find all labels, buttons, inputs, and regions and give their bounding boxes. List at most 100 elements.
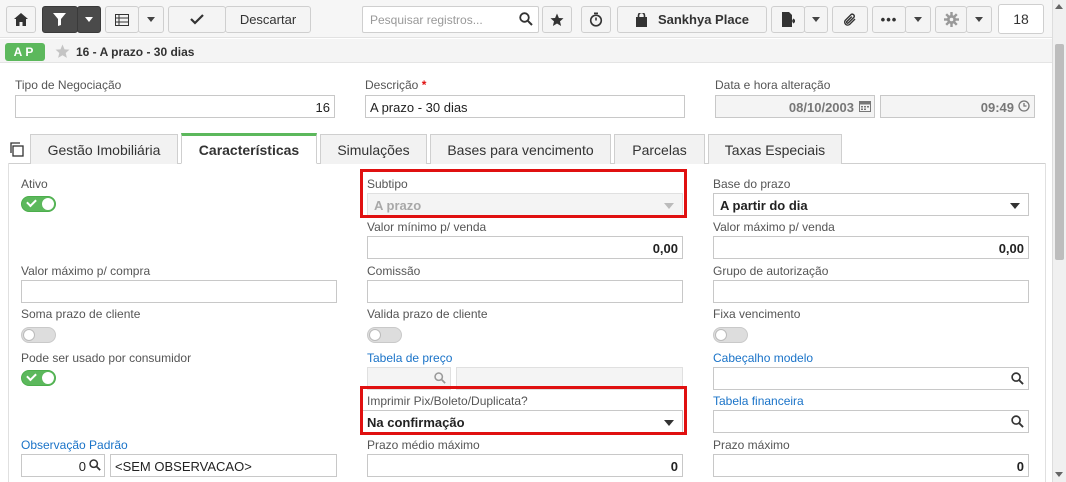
search-icon — [434, 372, 446, 384]
cabecalho-modelo-input[interactable] — [713, 367, 1029, 390]
ellipsis-icon: ••• — [880, 12, 898, 27]
grupo-autorizacao-input[interactable] — [713, 280, 1029, 303]
record-count: 18 — [998, 4, 1044, 34]
valida-prazo-label: Valida prazo de cliente — [367, 307, 488, 321]
export-dropdown-button[interactable] — [804, 6, 828, 33]
clock-icon[interactable] — [1018, 100, 1030, 112]
prazo-medio-label: Prazo médio máximo — [367, 438, 480, 452]
ativo-label: Ativo — [21, 177, 48, 191]
fixa-vencimento-toggle[interactable] — [713, 327, 748, 343]
grid-view-button[interactable] — [105, 6, 139, 33]
check-icon — [190, 14, 204, 25]
tabela-financeira-input[interactable] — [713, 410, 1029, 433]
settings-dropdown-button[interactable] — [966, 6, 992, 33]
record-badge: AP — [5, 43, 45, 61]
search-icon[interactable] — [89, 459, 101, 471]
table-icon — [115, 13, 129, 26]
cabecalho-modelo-link[interactable]: Cabeçalho modelo — [713, 351, 813, 365]
check-icon — [26, 196, 37, 208]
prazo-maximo-label: Prazo máximo — [713, 438, 790, 452]
discard-button[interactable]: Descartar — [225, 6, 311, 33]
chevron-down-icon — [975, 17, 983, 22]
descricao-input[interactable]: A prazo - 30 dias — [365, 95, 685, 118]
search-icon[interactable] — [519, 12, 533, 26]
base-prazo-label: Base do prazo — [713, 177, 791, 191]
home-button[interactable] — [6, 6, 36, 33]
scrollbar-thumb[interactable] — [1055, 44, 1064, 260]
grupo-autorizacao-label: Grupo de autorização — [713, 264, 829, 278]
pode-usado-label: Pode ser usado por consumidor — [21, 351, 192, 365]
tabela-preco-link[interactable]: Tabela de preço — [367, 351, 452, 365]
home-icon — [14, 13, 28, 26]
prazo-medio-input[interactable]: 0 — [367, 454, 683, 477]
tipo-negociacao-label: Tipo de Negociação — [15, 78, 122, 92]
imprimir-highlight — [360, 386, 687, 435]
star-icon[interactable] — [55, 44, 70, 59]
tab-panel-right-border — [1045, 163, 1046, 482]
tab-panel-left-border — [8, 163, 9, 482]
valida-prazo-toggle[interactable] — [367, 327, 402, 343]
data-alteracao-label: Data e hora alteração — [715, 78, 831, 92]
tab-caracteristicas[interactable]: Características — [181, 133, 317, 164]
valor-max-venda-input[interactable]: 0,00 — [713, 236, 1029, 259]
settings-button[interactable] — [935, 6, 967, 33]
fixa-vencimento-label: Fixa vencimento — [713, 307, 801, 321]
grid-view-dropdown-button[interactable] — [138, 6, 164, 33]
subtipo-highlight — [360, 169, 687, 218]
tab-gestao-imobiliaria[interactable]: Gestão Imobiliária — [30, 134, 178, 164]
ativo-toggle[interactable] — [21, 196, 56, 212]
timer-button[interactable] — [581, 6, 611, 33]
sankhya-place-label: Sankhya Place — [657, 12, 750, 27]
gear-icon — [943, 12, 959, 27]
data-alteracao-input: 08/10/2003 — [715, 95, 875, 118]
prazo-maximo-input[interactable]: 0 — [713, 454, 1029, 477]
favorite-button[interactable] — [542, 6, 572, 33]
attachment-button[interactable] — [832, 6, 868, 33]
copy-icon[interactable] — [9, 142, 24, 157]
tabela-financeira-link[interactable]: Tabela financeira — [713, 394, 804, 408]
comissao-label: Comissão — [367, 264, 421, 278]
tab-simulacoes[interactable]: Simulações — [320, 134, 427, 164]
filter-button[interactable] — [42, 6, 78, 33]
search-icon[interactable] — [1011, 415, 1024, 428]
tab-bases-vencimento[interactable]: Bases para vencimento — [430, 134, 611, 164]
save-button[interactable] — [168, 6, 226, 33]
soma-prazo-toggle[interactable] — [21, 327, 56, 343]
valor-max-compra-label: Valor máximo p/ compra — [21, 264, 151, 278]
star-icon — [550, 13, 564, 26]
shopping-bag-icon — [635, 12, 647, 27]
chevron-down-icon — [1010, 203, 1020, 209]
valor-min-venda-label: Valor mínimo p/ venda — [367, 220, 487, 234]
check-icon — [26, 370, 37, 382]
comissao-input[interactable] — [367, 280, 683, 303]
chevron-down-icon — [85, 17, 93, 22]
scroll-down-arrow[interactable] — [1055, 472, 1063, 477]
soma-prazo-label: Soma prazo de cliente — [21, 307, 141, 321]
filter-dropdown-button[interactable] — [77, 6, 101, 33]
more-options-dropdown-button[interactable] — [905, 6, 931, 33]
descricao-label: Descrição * — [365, 78, 427, 92]
base-prazo-select[interactable]: A partir do dia — [713, 193, 1029, 216]
observacao-padrao-link[interactable]: Observação Padrão — [21, 438, 128, 452]
hora-alteracao-input: 09:49 — [880, 95, 1035, 118]
tipo-negociacao-input[interactable]: 16 — [15, 95, 335, 118]
filter-icon — [53, 13, 66, 26]
sankhya-place-button[interactable]: Sankhya Place — [617, 6, 767, 33]
tab-parcelas[interactable]: Parcelas — [614, 134, 705, 164]
required-marker: * — [421, 78, 427, 92]
search-input[interactable]: Pesquisar registros... — [362, 6, 539, 33]
tab-taxas-especiais[interactable]: Taxas Especiais — [708, 134, 842, 164]
more-options-button[interactable]: ••• — [872, 6, 906, 33]
valor-max-compra-input[interactable] — [21, 280, 337, 303]
calendar-icon[interactable] — [859, 100, 871, 112]
stopwatch-icon — [589, 12, 603, 27]
valor-min-venda-input[interactable]: 0,00 — [367, 236, 683, 259]
record-title: 16 - A prazo - 30 dias — [76, 45, 195, 59]
search-icon[interactable] — [1011, 372, 1024, 385]
observacao-desc-input: <SEM OBSERVACAO> — [110, 454, 337, 477]
chevron-down-icon — [147, 17, 155, 22]
scroll-up-arrow[interactable] — [1055, 4, 1063, 9]
chevron-down-icon — [812, 17, 820, 22]
export-button[interactable] — [771, 6, 805, 33]
pode-usado-toggle[interactable] — [21, 370, 56, 386]
